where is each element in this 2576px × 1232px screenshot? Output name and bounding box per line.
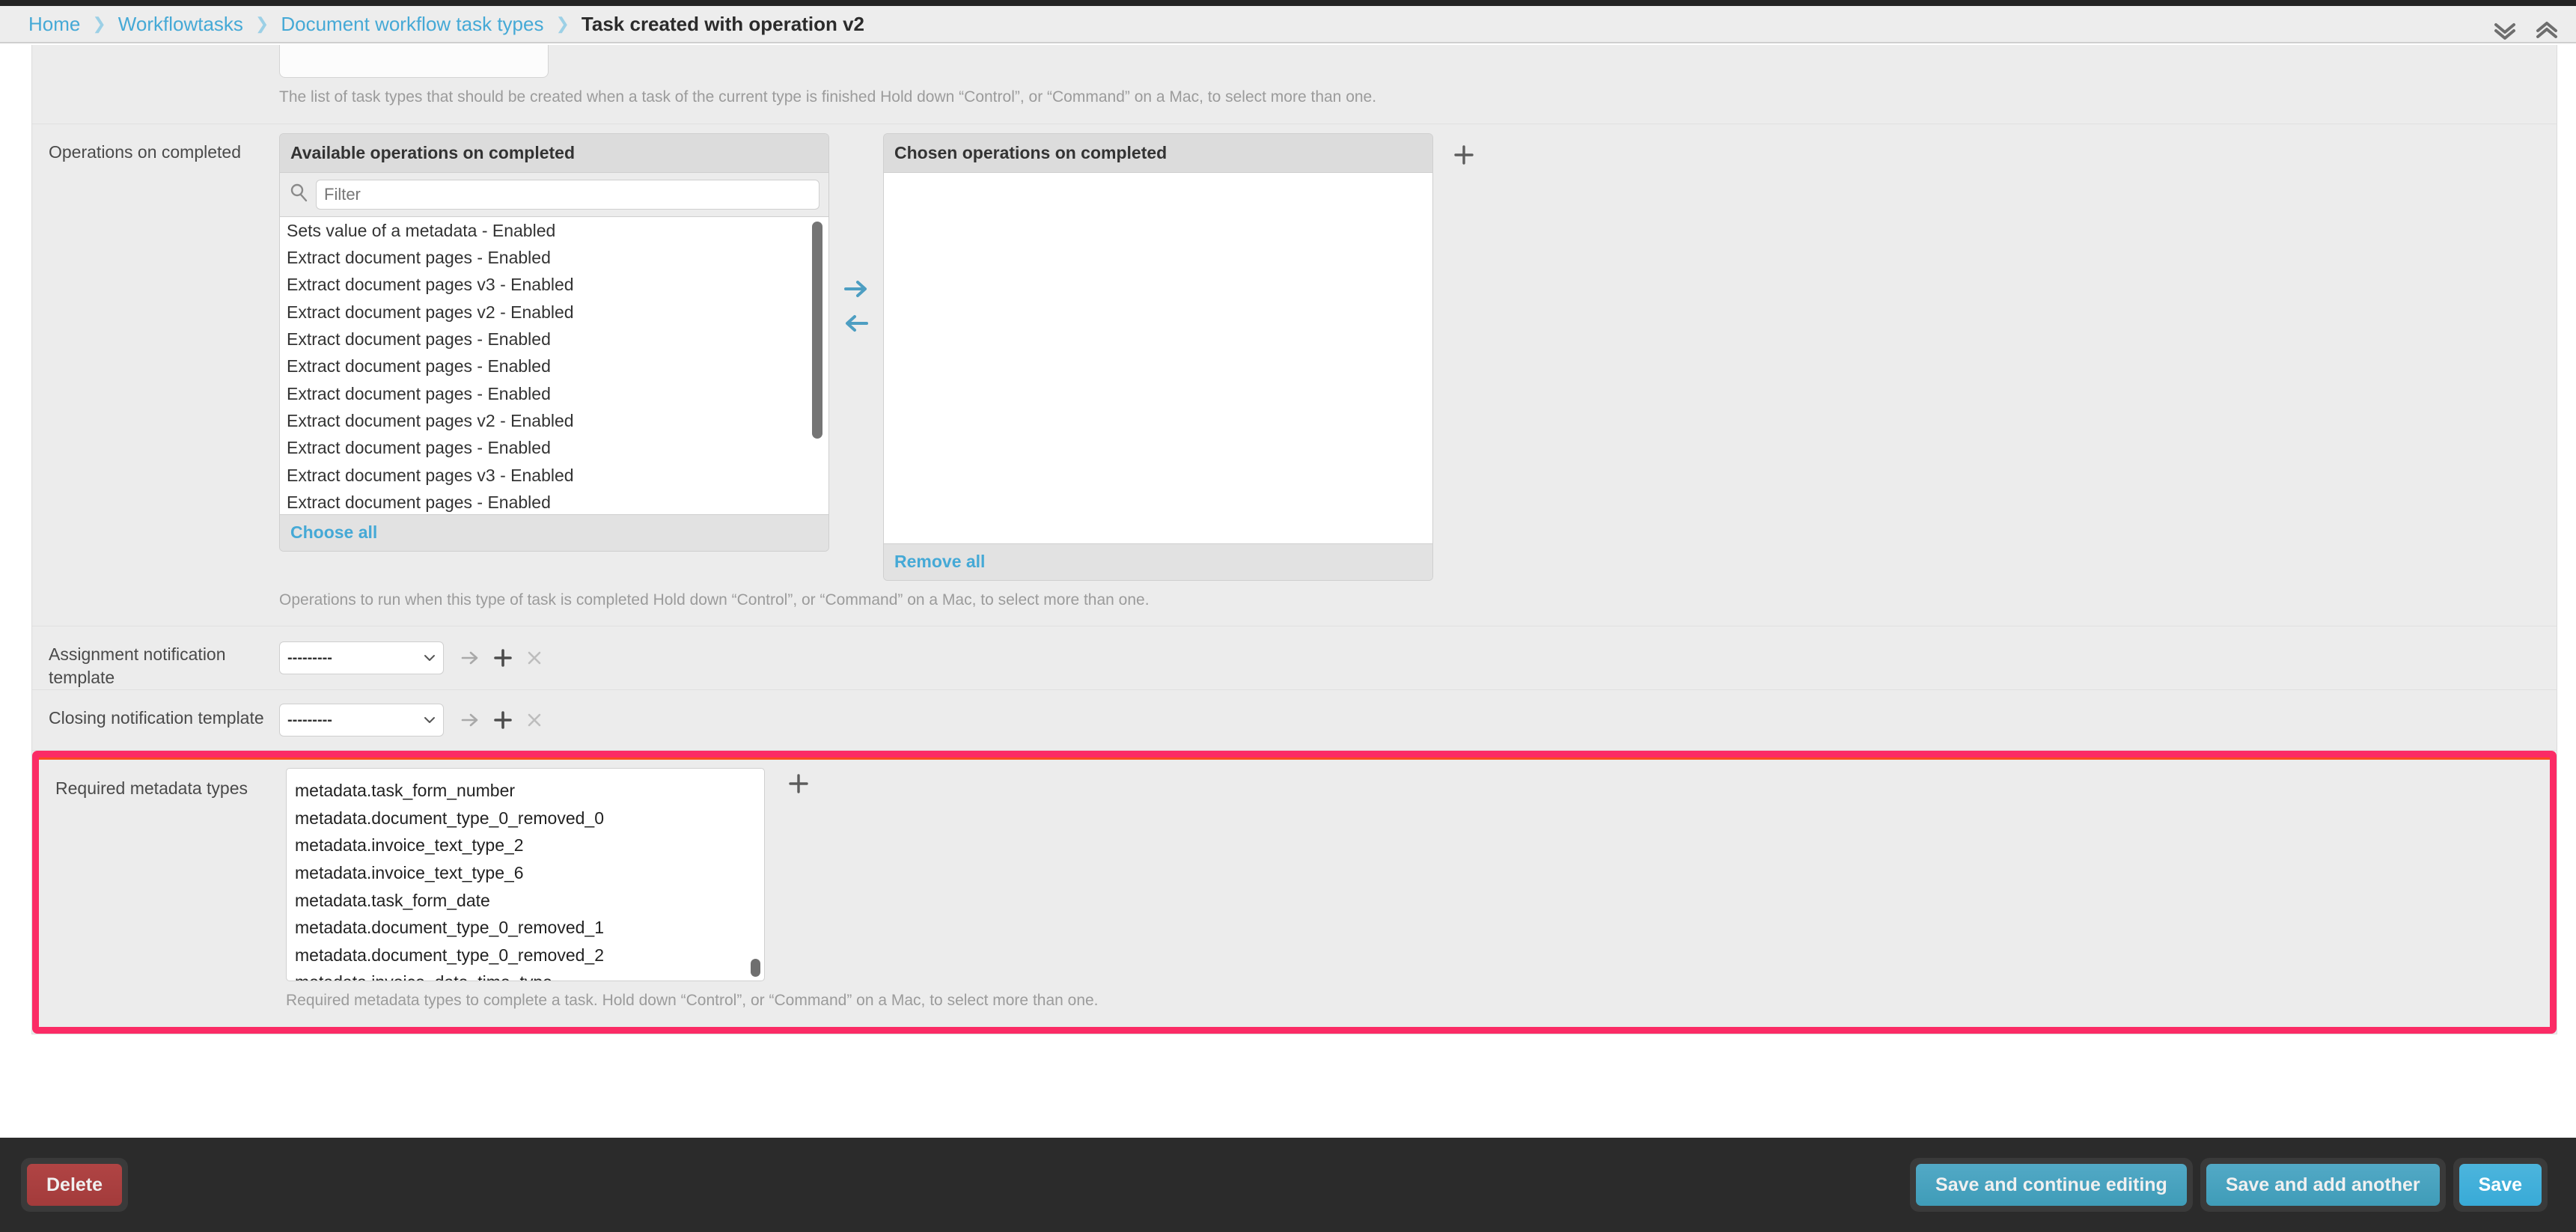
close-x-icon[interactable] xyxy=(526,650,543,666)
save-button[interactable]: Save xyxy=(2459,1164,2542,1206)
save-and-continue-editing-wrapper: Save and continue editing xyxy=(1910,1158,2193,1212)
available-operations-title: Available operations on completed xyxy=(280,133,828,173)
list-item[interactable]: Extract document pages - Enabled xyxy=(280,244,828,271)
list-item[interactable]: Extract document pages v2 - Enabled xyxy=(280,407,828,434)
save-and-continue-editing-button[interactable]: Save and continue editing xyxy=(1916,1164,2187,1206)
form-label-assignment-notification-template: Assignment notification template xyxy=(49,644,226,688)
breadcrumb-item-home[interactable]: Home xyxy=(28,13,80,36)
available-operations-scrollbar[interactable] xyxy=(812,221,822,439)
list-item[interactable]: Extract document pages v2 - Enabled xyxy=(280,299,828,326)
save-and-add-another-wrapper: Save and add another xyxy=(2200,1158,2446,1212)
closing-notification-template-actions xyxy=(460,710,543,730)
chosen-operations-footer: Remove all xyxy=(884,543,1432,580)
submit-row-toolbar: Delete Save and continue editing Save an… xyxy=(0,1138,2576,1232)
plus-icon[interactable] xyxy=(1453,144,1475,166)
list-item[interactable]: metadata.invoice_text_type_6 xyxy=(287,859,764,887)
required-metadata-scrollbar[interactable] xyxy=(751,959,760,978)
arrow-right-icon[interactable] xyxy=(460,649,480,667)
closing-notification-template-select[interactable]: --------- xyxy=(279,704,444,737)
save-button-wrapper: Save xyxy=(2453,1158,2548,1212)
chevron-down-icon xyxy=(424,716,436,724)
list-item[interactable]: metadata.task_form_number xyxy=(287,777,764,805)
breadcrumb-separator: ❯ xyxy=(92,14,106,33)
available-operations-footer: Choose all xyxy=(280,514,828,551)
required-metadata-types-list[interactable]: metadata.task_form_number metadata.docum… xyxy=(286,768,765,982)
delete-button-wrapper: Delete xyxy=(21,1158,129,1212)
transfer-buttons xyxy=(829,133,883,334)
list-item[interactable]: Extract document pages - Enabled xyxy=(280,380,828,407)
operations-help-text: Operations to run when this type of task… xyxy=(279,591,1150,609)
list-item[interactable]: Extract document pages - Enabled xyxy=(280,434,828,461)
form-label-operations-on-completed: Operations on completed xyxy=(49,141,241,162)
available-operations-list[interactable]: Sets value of a metadata - Enabled Extra… xyxy=(280,216,828,515)
save-buttons-group: Save and continue editing Save and add a… xyxy=(1910,1158,2548,1212)
arrow-right-icon[interactable] xyxy=(460,711,480,729)
available-operations-filter-input[interactable] xyxy=(316,179,820,210)
plus-icon[interactable] xyxy=(493,710,513,730)
breadcrumb: Home ❯ Workflowtasks ❯ Document workflow… xyxy=(28,13,864,36)
breadcrumb-item-workflowtasks[interactable]: Workflowtasks xyxy=(118,13,243,36)
assignment-notification-template-select[interactable]: --------- xyxy=(279,641,444,675)
arrow-right-icon[interactable] xyxy=(843,278,869,299)
chevron-double-down-icon[interactable] xyxy=(2494,21,2516,40)
search-icon xyxy=(289,183,316,206)
list-item[interactable]: Sets value of a metadata - Enabled xyxy=(280,217,828,244)
close-x-icon[interactable] xyxy=(526,712,543,728)
required-metadata-help-text: Required metadata types to complete a ta… xyxy=(286,992,1099,1010)
chosen-operations-title: Chosen operations on completed xyxy=(884,133,1432,173)
header-tools xyxy=(2494,12,2558,49)
arrow-left-icon[interactable] xyxy=(843,313,869,334)
form-label-required-metadata-types: Required metadata types xyxy=(55,778,248,799)
chevron-double-up-icon[interactable] xyxy=(2536,21,2558,40)
chosen-operations-list[interactable] xyxy=(884,172,1432,544)
list-item[interactable]: metadata.document_type_0_removed_1 xyxy=(287,914,764,942)
choose-all-link[interactable]: Choose all xyxy=(290,522,377,542)
breadcrumb-separator: ❯ xyxy=(254,14,269,33)
list-item[interactable]: metadata.document_type_0_removed_0 xyxy=(287,805,764,832)
closing-notification-template-value: --------- xyxy=(287,711,332,728)
form-label-task-types xyxy=(32,45,279,123)
list-item-partial[interactable] xyxy=(287,769,764,777)
list-item[interactable]: Extract document pages - Enabled xyxy=(280,489,828,513)
list-item[interactable]: Extract document pages v3 - Enabled xyxy=(280,271,828,298)
assignment-notification-template-actions xyxy=(460,648,543,668)
form-label-closing-notification-template: Closing notification template xyxy=(49,708,264,728)
list-item[interactable]: Extract document pages - Enabled xyxy=(280,353,828,379)
plus-icon[interactable] xyxy=(787,772,810,795)
breadcrumb-bar: Home ❯ Workflowtasks ❯ Document workflow… xyxy=(0,6,2576,43)
window-title-bar xyxy=(0,0,2576,6)
breadcrumb-item-current: Task created with operation v2 xyxy=(581,12,865,35)
form-row-task-types: The list of task types that should be cr… xyxy=(32,45,2557,124)
form-row-assignment-notification-template: Assignment notification template -------… xyxy=(32,626,2557,691)
plus-icon[interactable] xyxy=(493,648,513,668)
list-item[interactable]: Extract document pages - Enabled xyxy=(280,326,828,353)
form-row-operations-on-completed: Operations on completed Available operat… xyxy=(32,124,2557,627)
list-item[interactable]: metadata.invoice_date_time_type xyxy=(287,969,764,981)
list-item[interactable]: Extract document pages v3 - Enabled xyxy=(280,462,828,489)
task-types-multiselect[interactable] xyxy=(279,45,549,78)
form-row-closing-notification-template: Closing notification template --------- xyxy=(32,690,2557,751)
change-form-panel: The list of task types that should be cr… xyxy=(31,45,2557,1034)
delete-button[interactable]: Delete xyxy=(27,1164,123,1206)
available-operations-filter-row xyxy=(280,172,828,216)
breadcrumb-separator: ❯ xyxy=(555,14,570,33)
breadcrumb-item-document-workflow-task-types[interactable]: Document workflow task types xyxy=(281,13,543,36)
list-item[interactable]: metadata.invoice_text_type_2 xyxy=(287,832,764,859)
list-item[interactable]: metadata.task_form_date xyxy=(287,887,764,915)
task-types-help-text: The list of task types that should be cr… xyxy=(279,88,1377,106)
chevron-down-icon xyxy=(424,654,436,662)
dual-list-selector: Available operations on completed Sets v… xyxy=(279,132,2557,581)
chosen-operations-box: Chosen operations on completed Remove al… xyxy=(883,132,1433,581)
save-and-add-another-button[interactable]: Save and add another xyxy=(2206,1164,2440,1206)
highlight-accent-line xyxy=(39,757,2550,760)
remove-all-link[interactable]: Remove all xyxy=(894,552,985,571)
list-item[interactable]: metadata.document_type_0_removed_2 xyxy=(287,942,764,969)
assignment-notification-template-value: --------- xyxy=(287,649,332,666)
form-row-required-metadata-types: Required metadata types metadata.task_fo… xyxy=(32,751,2557,1034)
available-operations-box: Available operations on completed Sets v… xyxy=(279,132,829,552)
